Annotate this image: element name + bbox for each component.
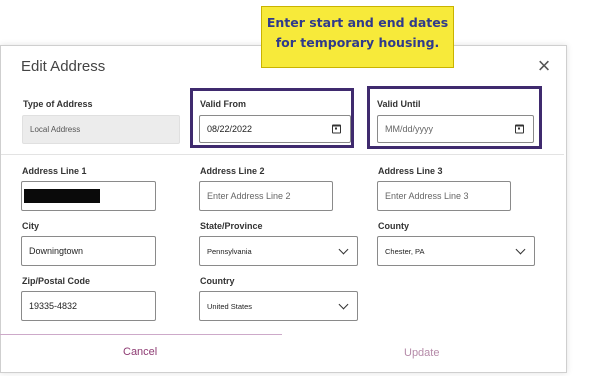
instruction-callout: Enter start and end dates for temporary … — [261, 6, 454, 68]
state-province-value: Pennsylvania — [207, 246, 252, 256]
country-select[interactable]: United States — [199, 291, 358, 321]
zip-label: Zip/Postal Code — [22, 276, 91, 286]
valid-until-highlight — [367, 86, 542, 149]
city-value: Downingtown — [29, 246, 84, 256]
callout-line-1: Enter start and end dates — [266, 15, 449, 30]
address-line-3-label: Address Line 3 — [378, 166, 443, 176]
address-line-1-label: Address Line 1 — [22, 166, 87, 176]
address-line-2-label: Address Line 2 — [200, 166, 265, 176]
address-line-2-input[interactable]: Enter Address Line 2 — [199, 181, 333, 211]
country-label: Country — [200, 276, 235, 286]
address-line-2-placeholder: Enter Address Line 2 — [207, 191, 291, 201]
redacted-value — [24, 189, 100, 203]
chevron-down-icon[interactable] — [338, 244, 349, 255]
zip-value: 19335-4832 — [29, 301, 78, 311]
type-of-address-label: Type of Address — [23, 99, 93, 109]
callout-line-2: for temporary housing. — [275, 35, 440, 50]
county-label: County — [378, 221, 409, 231]
dialog-title: Edit Address — [21, 58, 106, 75]
address-line-3-placeholder: Enter Address Line 3 — [385, 191, 469, 201]
state-province-select[interactable]: Pennsylvania — [199, 236, 358, 266]
type-of-address-value: Local Address — [30, 125, 81, 134]
city-label: City — [22, 221, 40, 231]
type-of-address-field: Local Address — [22, 115, 180, 144]
state-province-label: State/Province — [200, 221, 263, 231]
footer-divider — [0, 334, 282, 335]
chevron-down-icon[interactable] — [515, 244, 526, 255]
chevron-down-icon[interactable] — [338, 299, 349, 310]
address-line-1-input[interactable] — [21, 181, 156, 211]
cancel-button[interactable]: Cancel — [123, 346, 157, 358]
county-select[interactable]: Chester, PA — [377, 236, 535, 266]
address-line-3-input[interactable]: Enter Address Line 3 — [377, 181, 511, 211]
section-divider — [1, 154, 564, 155]
county-value: Chester, PA — [385, 246, 425, 256]
city-input[interactable]: Downingtown — [21, 236, 156, 266]
zip-input[interactable]: 19335-4832 — [21, 291, 156, 321]
update-button[interactable]: Update — [404, 347, 439, 359]
country-value: United States — [207, 301, 253, 311]
valid-from-highlight — [190, 88, 354, 148]
close-icon[interactable]: × — [535, 55, 553, 77]
